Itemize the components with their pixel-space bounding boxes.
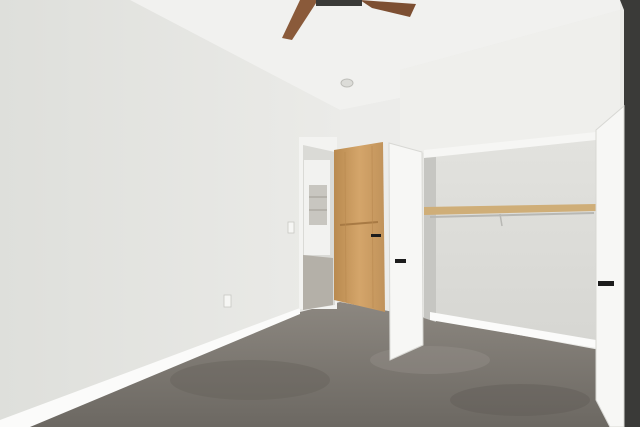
- floor-stain: [450, 384, 590, 416]
- hallway-shelves: [309, 185, 327, 225]
- closet-door-left[interactable]: [388, 142, 424, 361]
- door-handle[interactable]: [371, 234, 381, 237]
- bedroom-photo: [0, 0, 640, 427]
- closet-door-left-handle[interactable]: [395, 259, 406, 263]
- fan-hub: [316, 0, 362, 6]
- photo-scene: [0, 0, 640, 427]
- closet-shadow: [424, 157, 436, 322]
- ceiling-light: [340, 78, 354, 88]
- wall-outlet: [223, 294, 232, 308]
- light-switch: [287, 221, 295, 234]
- floor-stain: [370, 346, 490, 374]
- closet-door-right-handle[interactable]: [598, 281, 614, 286]
- wooden-door[interactable]: [334, 142, 385, 312]
- floor-stain: [170, 360, 330, 400]
- closet-door-right[interactable]: [595, 104, 625, 427]
- hallway-floor: [303, 255, 333, 310]
